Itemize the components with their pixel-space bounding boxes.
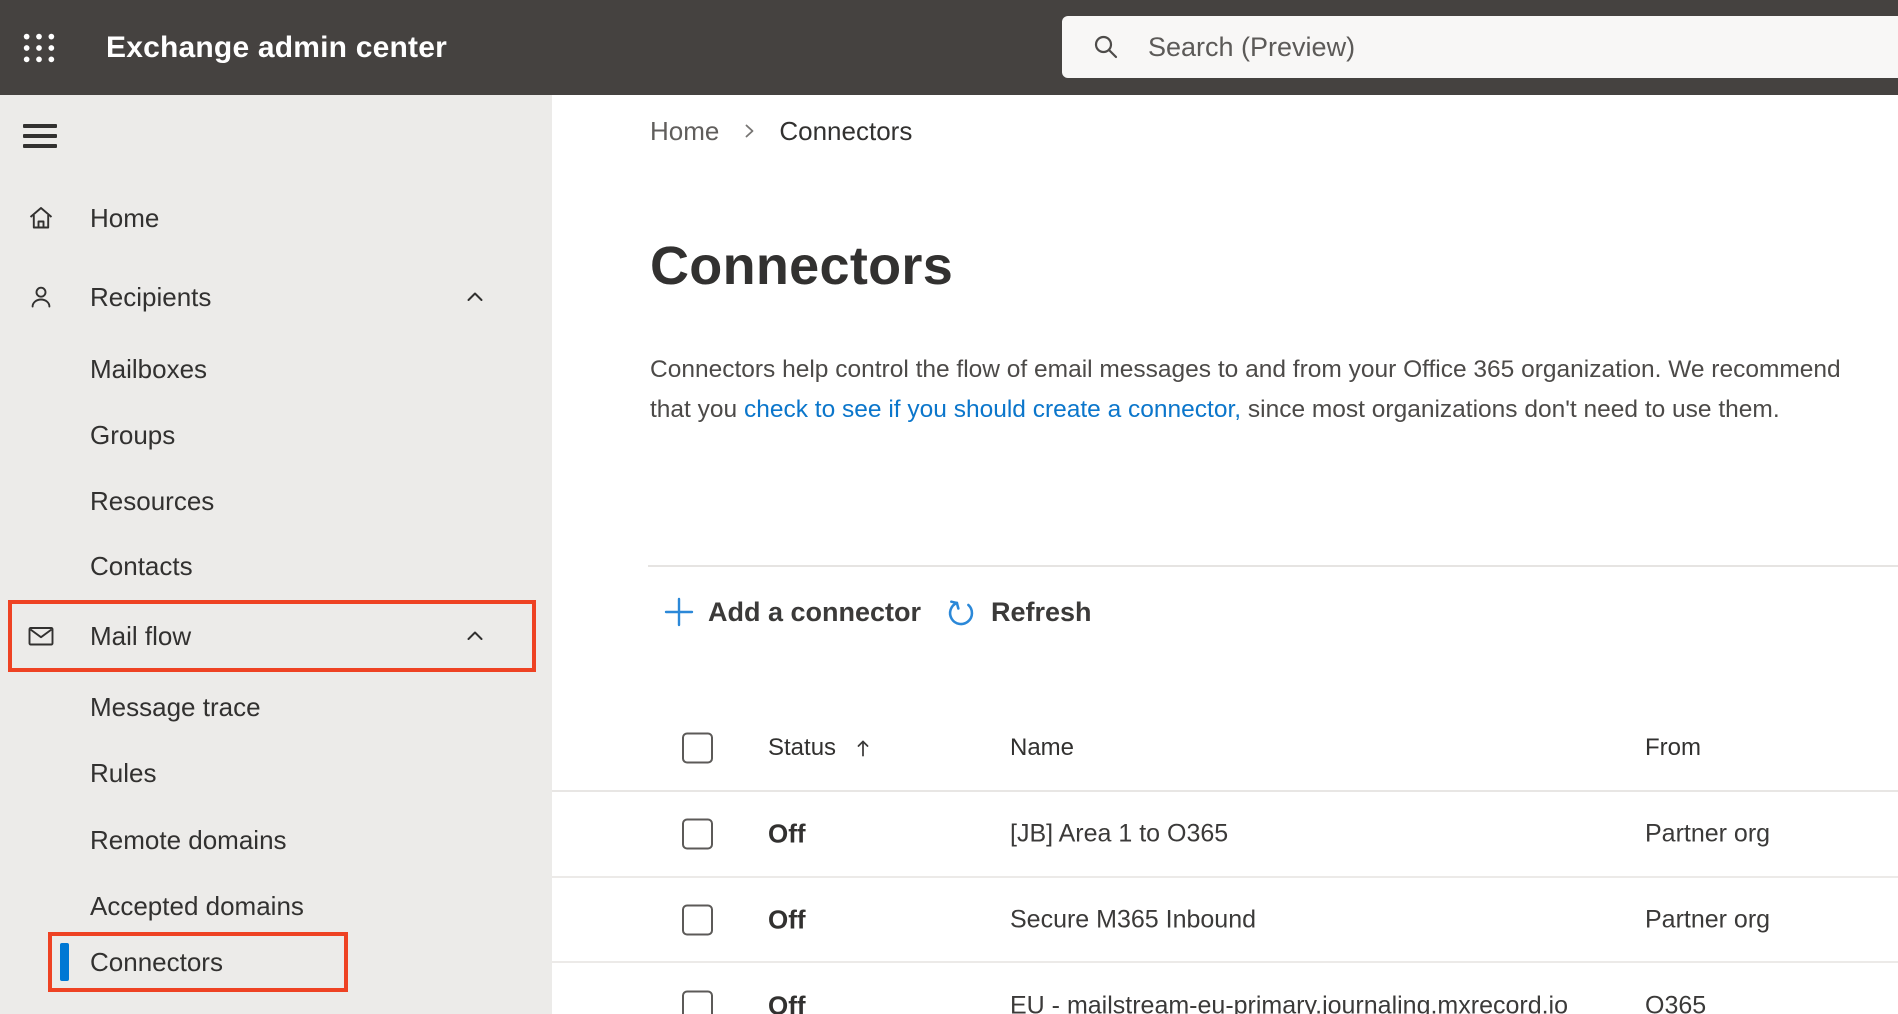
status-cell: Off	[768, 818, 806, 849]
search-input[interactable]	[1122, 16, 1898, 78]
page-title: Connectors	[650, 236, 954, 296]
sidebar-item-label: Rules	[90, 757, 157, 788]
search-icon	[1094, 35, 1118, 59]
nav-toggle-button[interactable]	[23, 124, 57, 148]
search-box[interactable]	[1062, 16, 1898, 78]
main-content: Home Connectors Connectors Connectors he…	[552, 95, 1898, 1014]
sidebar-item-connectors[interactable]: Connectors	[0, 938, 552, 986]
page-description: Connectors help control the flow of emai…	[650, 350, 1868, 430]
sidebar-item-accepted-domains[interactable]: Accepted domains	[0, 882, 552, 930]
sidebar-item-label: Home	[90, 202, 160, 233]
top-bar: Exchange admin center	[0, 0, 1898, 95]
sidebar-item-label: Mailboxes	[90, 353, 208, 384]
add-icon	[664, 597, 694, 627]
sidebar-item-mailboxes[interactable]: Mailboxes	[0, 345, 552, 393]
sidebar: Home Recipients Mailboxes Groups Resourc…	[0, 95, 552, 1014]
sidebar-item-label: Contacts	[90, 550, 193, 581]
sidebar-item-resources[interactable]: Resources	[0, 477, 552, 525]
sidebar-item-mail-flow[interactable]: Mail flow	[0, 612, 552, 660]
column-header-name[interactable]: Name	[1010, 734, 1074, 762]
selected-item-indicator	[60, 943, 69, 981]
chevron-up-icon	[467, 292, 483, 301]
sidebar-item-contacts[interactable]: Contacts	[0, 542, 552, 590]
column-header-from[interactable]: From	[1645, 734, 1701, 762]
column-header-status[interactable]: Status	[768, 734, 876, 762]
refresh-button[interactable]: Refresh	[944, 590, 1092, 634]
from-cell: Partner org	[1645, 905, 1771, 933]
table-row[interactable]: Off [JB] Area 1 to O365 Partner org	[552, 792, 1898, 878]
table-row[interactable]: Off EU - mailstream-eu-primary.journalin…	[552, 963, 1898, 1014]
hamburger-icon	[23, 124, 57, 128]
breadcrumb: Home Connectors	[650, 113, 912, 149]
chevron-up-icon	[467, 631, 483, 640]
sidebar-item-remote-domains[interactable]: Remote domains	[0, 816, 552, 864]
app-launcher-icon	[23, 33, 55, 63]
sidebar-item-message-trace[interactable]: Message trace	[0, 683, 552, 731]
sidebar-item-label: Mail flow	[90, 620, 192, 651]
exchange-admin-center-window: Exchange admin center Home	[0, 0, 1898, 1014]
app-launcher-button[interactable]	[12, 21, 66, 75]
select-all-checkbox[interactable]	[682, 732, 713, 763]
create-connector-link[interactable]: check to see if you should create a conn…	[744, 396, 1241, 423]
sidebar-item-groups[interactable]: Groups	[0, 411, 552, 459]
mail-icon	[28, 627, 54, 646]
sidebar-item-label: Connectors	[90, 946, 223, 977]
app-title: Exchange admin center	[106, 30, 447, 64]
table-row[interactable]: Off Secure M365 Inbound Partner org	[552, 878, 1898, 963]
sidebar-item-recipients[interactable]: Recipients	[0, 273, 552, 321]
section-divider	[648, 565, 1898, 567]
sidebar-item-label: Message trace	[90, 691, 261, 722]
row-checkbox[interactable]	[682, 904, 713, 935]
sidebar-item-rules[interactable]: Rules	[0, 749, 552, 797]
breadcrumb-chevron-icon	[745, 124, 754, 138]
breadcrumb-current: Connectors	[779, 115, 913, 146]
sidebar-item-label: Resources	[90, 485, 215, 516]
home-icon	[29, 207, 53, 229]
status-cell: Off	[768, 904, 806, 934]
toolbar: Add a connector Refresh	[552, 590, 1898, 634]
sidebar-item-label: Remote domains	[90, 824, 287, 855]
sidebar-item-label: Groups	[90, 419, 176, 450]
name-cell: [JB] Area 1 to O365	[1010, 819, 1229, 848]
sidebar-item-home[interactable]: Home	[0, 194, 552, 242]
add-connector-button[interactable]: Add a connector	[662, 590, 921, 634]
add-connector-label: Add a connector	[708, 596, 922, 627]
refresh-icon	[948, 600, 974, 626]
from-cell: Partner org	[1645, 819, 1771, 848]
sidebar-item-label: Accepted domains	[90, 890, 304, 921]
sort-ascending-icon	[857, 740, 869, 756]
row-checkbox[interactable]	[682, 990, 713, 1014]
breadcrumb-home-link[interactable]: Home	[650, 116, 719, 147]
status-cell: Off	[768, 990, 806, 1014]
name-cell: EU - mailstream-eu-primary.journaling.mx…	[1010, 991, 1569, 1014]
refresh-label: Refresh	[991, 596, 1092, 627]
from-cell: O365	[1645, 991, 1707, 1014]
sidebar-item-label: Recipients	[90, 281, 212, 312]
description-text: since most organizations don't need to u…	[1241, 396, 1780, 423]
name-cell: Secure M365 Inbound	[1010, 905, 1257, 933]
people-icon	[31, 286, 51, 308]
row-checkbox[interactable]	[682, 818, 713, 850]
table-header-row: Status Name From	[552, 705, 1898, 792]
